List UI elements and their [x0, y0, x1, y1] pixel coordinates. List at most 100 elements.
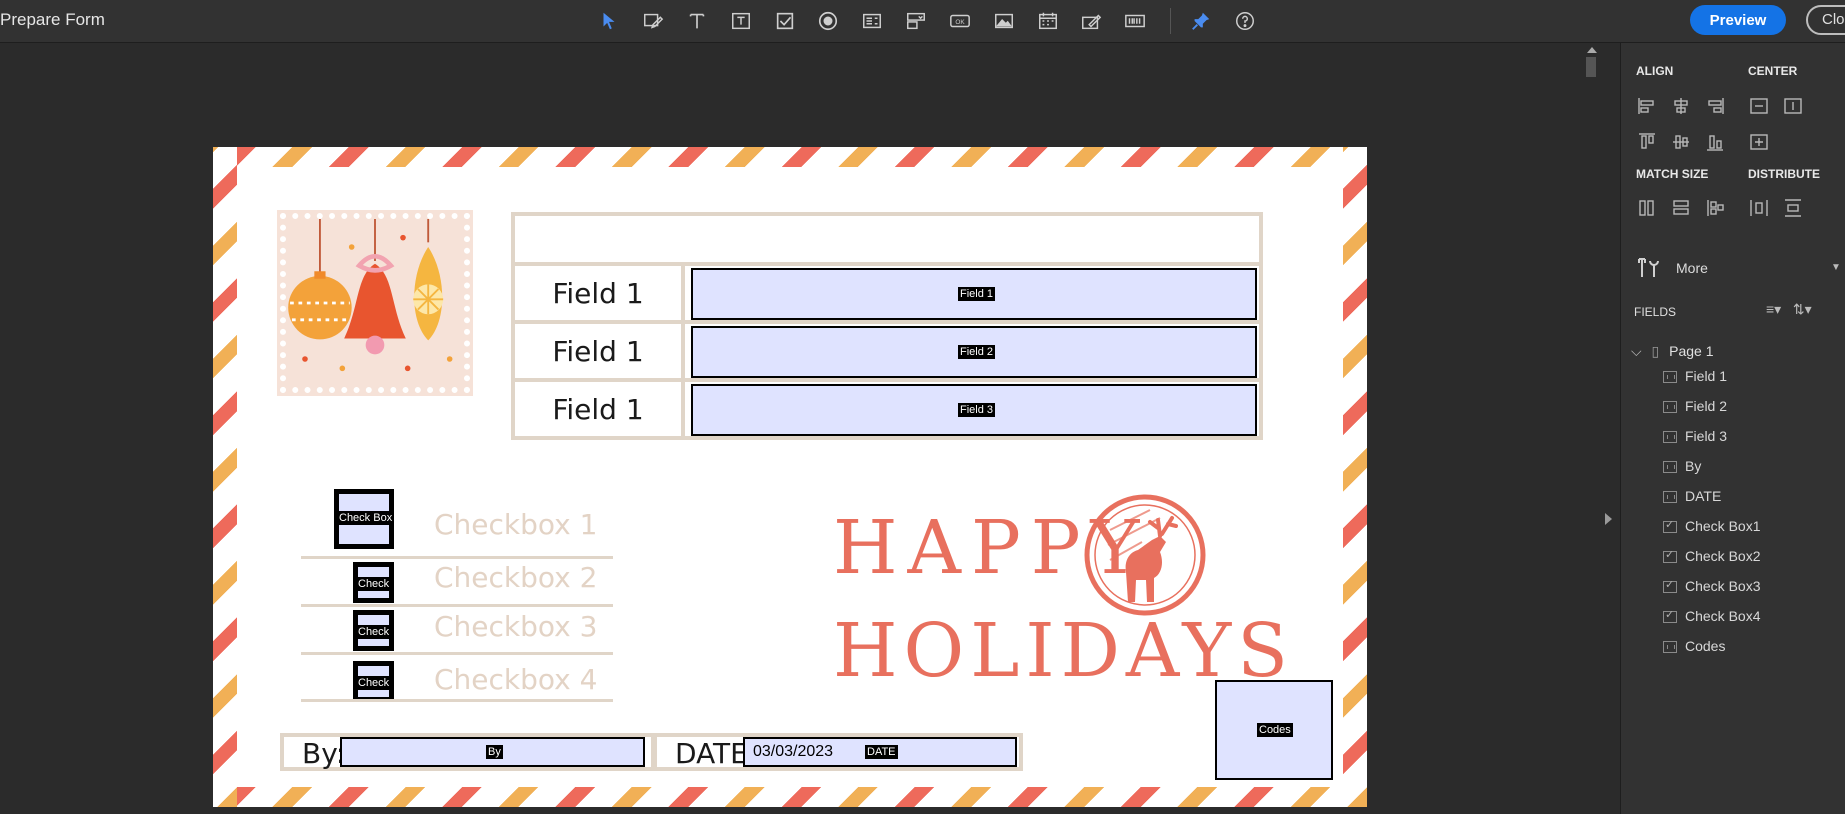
airmail-border-left — [213, 147, 237, 807]
date-picker-tool-icon[interactable] — [1035, 8, 1061, 34]
align-middle-icon[interactable] — [1670, 131, 1692, 153]
airmail-border-bottom — [213, 787, 1367, 807]
tree-page-1[interactable]: ⌵ ▯ Page 1 — [1631, 343, 1714, 360]
field-3-input[interactable]: Field 3 — [691, 384, 1257, 436]
button-tool-icon[interactable]: OK — [947, 8, 973, 34]
align-center-horizontal-icon[interactable] — [1670, 95, 1692, 117]
tree-field-label: Check Box4 — [1685, 608, 1761, 624]
text-field-icon — [1663, 491, 1677, 504]
edit-tool-icon[interactable] — [640, 8, 666, 34]
tree-field-item[interactable]: DATE — [1663, 488, 1721, 510]
distribute-vertically-icon[interactable] — [1782, 197, 1804, 219]
tree-field-item[interactable]: Field 3 — [1663, 428, 1727, 450]
center-vertically-icon[interactable] — [1782, 95, 1804, 117]
help-tool-icon[interactable] — [1232, 8, 1258, 34]
pin-tool-icon[interactable] — [1188, 8, 1214, 34]
tree-field-label: Codes — [1685, 638, 1726, 654]
vertical-scrollbar[interactable] — [1584, 43, 1598, 814]
page-icon: ▯ — [1651, 343, 1660, 359]
scroll-up-arrow-icon[interactable] — [1587, 47, 1597, 53]
panel-toggle-gutter — [1598, 43, 1620, 814]
check-box-3-tag: Check — [356, 625, 392, 639]
toolbar-separator — [1170, 8, 1171, 34]
page-1-label: Page 1 — [1669, 343, 1714, 359]
text-field-icon — [1663, 461, 1677, 474]
radio-button-tool-icon[interactable] — [815, 8, 841, 34]
align-bottom-icon[interactable] — [1704, 131, 1726, 153]
field-row: Field 1 Field 1 — [515, 266, 1259, 324]
tree-field-label: Field 1 — [1685, 368, 1728, 384]
field-row: Field 1 Field 2 — [515, 324, 1259, 382]
align-heading: ALIGN — [1636, 64, 1674, 78]
tree-field-label: By — [1685, 458, 1702, 474]
tree-field-item[interactable]: Check Box3 — [1663, 578, 1760, 600]
app-title: Prepare Form — [0, 10, 105, 29]
date-box: DATE: 03/03/2023 DATE — [653, 733, 1023, 771]
tree-field-label: Check Box3 — [1685, 578, 1761, 594]
check-box-3-field[interactable]: Check — [353, 610, 394, 651]
center-horizontally-icon[interactable] — [1748, 95, 1770, 117]
distribute-horizontally-icon[interactable] — [1748, 197, 1770, 219]
center-heading: CENTER — [1748, 64, 1798, 78]
checkbox-field-icon — [1663, 548, 1677, 564]
field-1-input[interactable]: Field 1 — [691, 268, 1257, 320]
field-row-label: Field 1 — [515, 324, 685, 378]
tree-field-item[interactable]: By — [1663, 458, 1701, 480]
by-label: By: — [302, 737, 346, 770]
match-height-icon[interactable] — [1636, 197, 1658, 219]
more-menu[interactable]: More ▼ — [1636, 255, 1841, 283]
match-width-icon[interactable] — [1670, 197, 1692, 219]
tree-field-item[interactable]: Codes — [1663, 638, 1725, 660]
codes-field[interactable]: Codes — [1215, 680, 1333, 780]
tree-field-item[interactable]: Check Box2 — [1663, 548, 1760, 570]
check-box-1-tag: Check Box — [337, 511, 395, 525]
add-text-tool-icon[interactable] — [684, 8, 710, 34]
text-field-tool-icon[interactable] — [728, 8, 754, 34]
by-box: By: By — [280, 733, 655, 771]
check-box-2-field[interactable]: Check — [353, 562, 394, 603]
date-input[interactable]: 03/03/2023 DATE — [743, 737, 1017, 767]
codes-tag: Codes — [1257, 723, 1293, 737]
close-button[interactable]: Close — [1806, 5, 1845, 35]
text-field-icon — [1663, 641, 1677, 654]
check-box-4-field[interactable]: Check — [353, 661, 394, 702]
by-input[interactable]: By — [340, 737, 645, 767]
checkbox-3-label: Checkbox 3 — [434, 610, 598, 643]
field-3-tag: Field 3 — [958, 403, 996, 417]
list-box-tool-icon[interactable] — [859, 8, 885, 34]
checkbox-divider — [301, 604, 613, 607]
check-box-1-field[interactable]: Check Box — [334, 489, 395, 549]
checkbox-divider — [301, 699, 613, 702]
image-tool-icon[interactable] — [991, 8, 1017, 34]
text-field-icon — [1663, 371, 1677, 384]
checkbox-2-label: Checkbox 2 — [434, 561, 598, 594]
signature-tool-icon[interactable] — [1078, 8, 1104, 34]
align-top-icon[interactable] — [1636, 131, 1658, 153]
checkbox-tool-icon[interactable] — [772, 8, 798, 34]
checkbox-field-icon — [1663, 608, 1677, 624]
chevron-down-icon[interactable]: ⌵ — [1631, 343, 1642, 359]
date-tag: DATE — [865, 745, 898, 759]
tree-field-item[interactable]: Field 1 — [1663, 368, 1727, 390]
match-both-icon[interactable] — [1704, 197, 1726, 219]
align-left-icon[interactable] — [1636, 95, 1658, 117]
field-table-header — [515, 216, 1259, 266]
scroll-thumb[interactable] — [1586, 57, 1596, 77]
center-both-icon[interactable] — [1748, 131, 1770, 153]
tree-field-label: DATE — [1685, 488, 1722, 504]
checkbox-field-icon — [1663, 518, 1677, 534]
field-row-label: Field 1 — [515, 382, 685, 436]
tree-field-item[interactable]: Check Box1 — [1663, 518, 1760, 540]
more-label: More — [1676, 260, 1708, 276]
sort-icon[interactable]: ≡▾ ⇅▾ — [1766, 301, 1812, 318]
barcode-tool-icon[interactable] — [1122, 8, 1148, 34]
dropdown-tool-icon[interactable] — [903, 8, 929, 34]
select-tool-icon[interactable] — [596, 8, 622, 34]
preview-button[interactable]: Preview — [1690, 5, 1786, 35]
align-right-icon[interactable] — [1704, 95, 1726, 117]
check-box-4-tag: Check — [356, 676, 392, 690]
tree-field-item[interactable]: Check Box4 — [1663, 608, 1760, 630]
tree-field-item[interactable]: Field 2 — [1663, 398, 1727, 420]
expand-panel-arrow-icon[interactable] — [1605, 513, 1612, 525]
field-2-input[interactable]: Field 2 — [691, 326, 1257, 378]
